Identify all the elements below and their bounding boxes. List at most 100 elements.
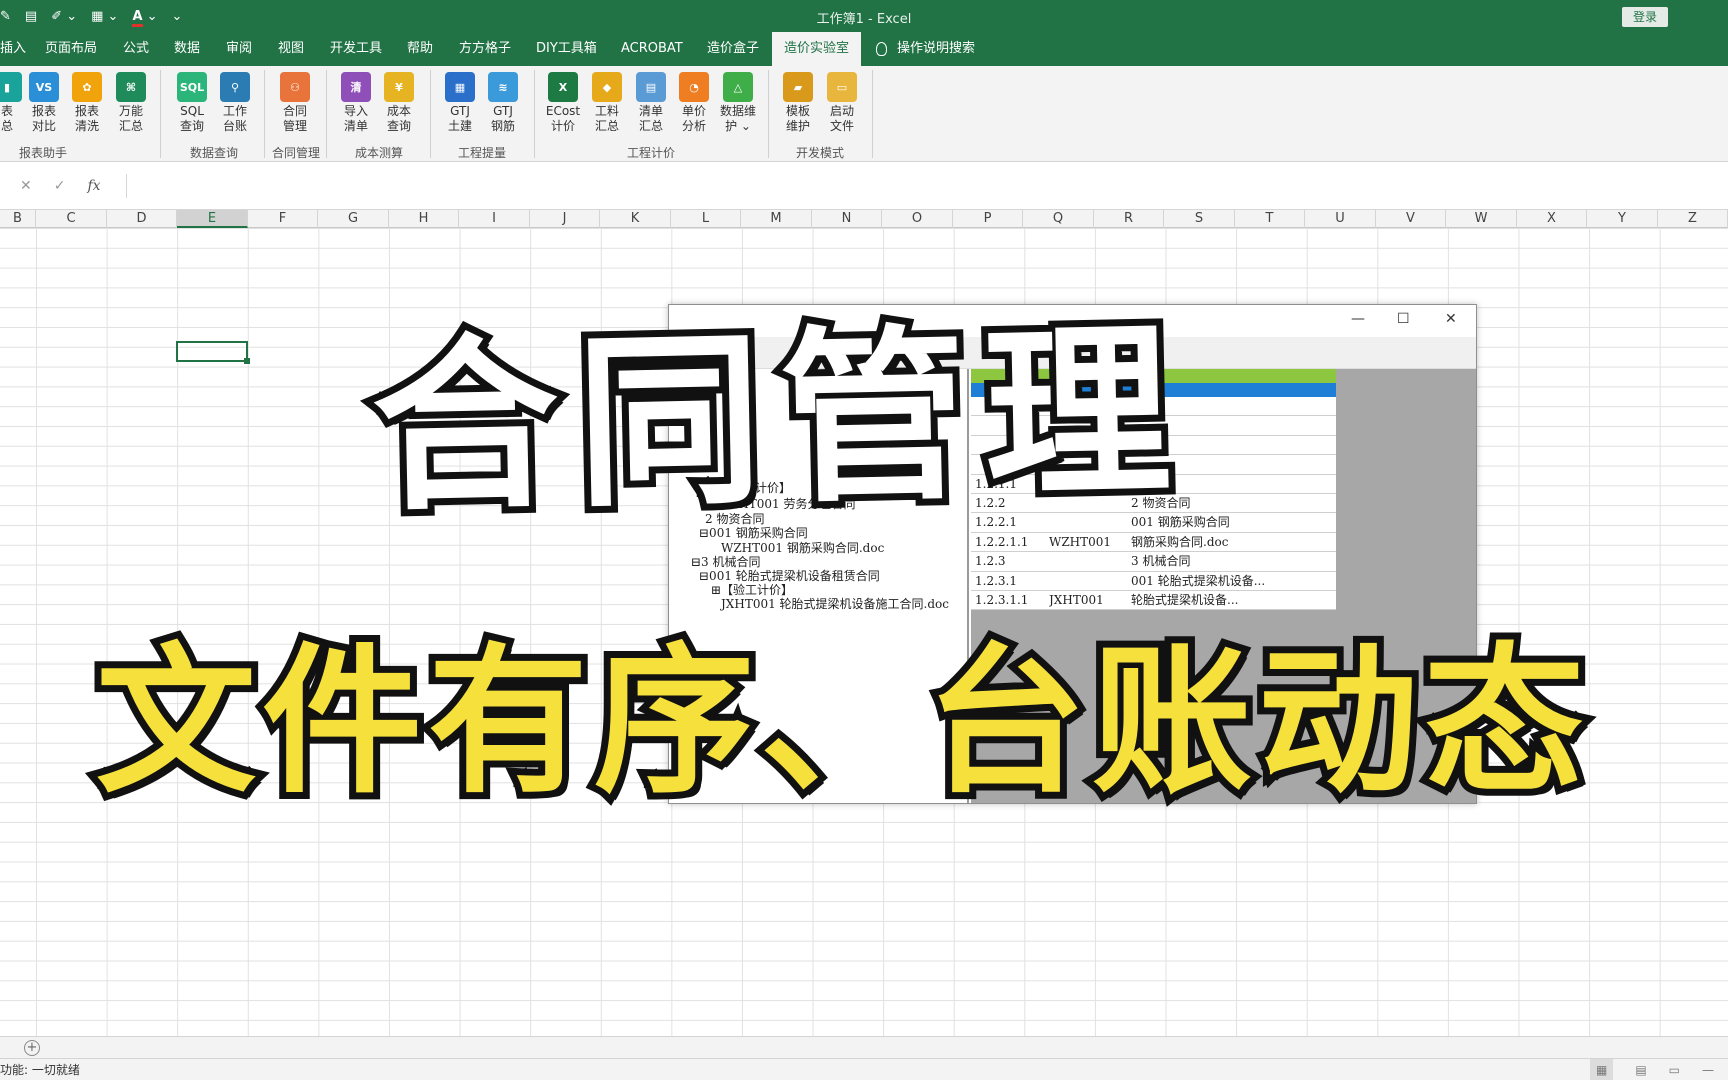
table-row[interactable]: 1.2.3 3 机械合同 [971, 552, 1336, 572]
ribbon-button-cost-query[interactable]: ¥ 成本 查询 [378, 72, 420, 134]
column-header[interactable]: I [459, 210, 530, 228]
tab-diy-toolbox[interactable]: DIY工具箱 [536, 32, 597, 66]
tell-me-label: 操作说明搜索 [897, 41, 976, 56]
tab-zaojia-box[interactable]: 造价盒子 [707, 32, 759, 66]
ribbon-button-ecost[interactable]: X ECost 计价 [542, 72, 584, 134]
active-cell[interactable] [176, 341, 250, 364]
enter-icon[interactable]: ✓ [54, 178, 66, 194]
maximize-icon[interactable]: ☐ [1397, 311, 1410, 327]
group-separator [326, 70, 327, 158]
cancel-icon[interactable]: ✕ [20, 178, 32, 194]
column-header[interactable]: W [1446, 210, 1517, 228]
page-layout-view-icon[interactable]: ▤ [1635, 1059, 1646, 1080]
pinwheel-icon: ✿ [72, 72, 102, 102]
column-header[interactable]: Z [1658, 210, 1728, 228]
yen-icon: ¥ [384, 72, 414, 102]
column-header[interactable]: T [1235, 210, 1305, 228]
group-quantity: 工程提量 [457, 146, 506, 160]
table-row[interactable]: 1.2.3.1 001 轮胎式提梁机设备... [971, 572, 1336, 591]
tab-fangfanggezi[interactable]: 方方格子 [459, 32, 511, 66]
ribbon-button-report-compare[interactable]: VS 报表 对比 [23, 72, 65, 134]
column-header[interactable]: M [741, 210, 812, 228]
column-header[interactable]: F [248, 210, 318, 228]
column-header-selected[interactable]: E [177, 210, 248, 228]
column-header[interactable]: J [530, 210, 600, 228]
column-header[interactable]: P [953, 210, 1023, 228]
column-header[interactable]: D [107, 210, 177, 228]
column-header[interactable]: U [1305, 210, 1376, 228]
column-header[interactable]: H [389, 210, 459, 228]
magnifier-icon: ⚲ [220, 72, 250, 102]
tab-formulas[interactable]: 公式 [123, 32, 149, 66]
login-button[interactable]: 登录 [1622, 7, 1668, 27]
group-data-query: 数据查询 [189, 146, 238, 160]
vs-icon: VS [29, 72, 59, 102]
view-buttons: ▦ ▤ ▭ — [1589, 1059, 1728, 1080]
tell-me-search[interactable]: 操作说明搜索 [876, 32, 975, 66]
tab-developer[interactable]: 开发工具 [330, 32, 382, 66]
page-break-view-icon[interactable]: ▭ [1669, 1059, 1680, 1080]
column-header[interactable]: S [1164, 210, 1235, 228]
column-header[interactable]: R [1094, 210, 1164, 228]
formula-input[interactable] [126, 174, 1728, 198]
ribbon-button-unit-price[interactable]: ◔ 单价 分析 [673, 72, 715, 134]
list-icon: ▤ [636, 72, 666, 102]
insert-function-icon[interactable]: fx [87, 178, 100, 194]
ribbon-button-import-list[interactable]: 清导入 清单 [335, 72, 377, 134]
ribbon-button-report-clean[interactable]: ✿ 报表 清洗 [66, 72, 108, 134]
tab-data[interactable]: 数据 [174, 32, 200, 66]
column-header[interactable]: Q [1023, 210, 1094, 228]
tab-view[interactable]: 视图 [278, 32, 304, 66]
column-header[interactable]: X [1517, 210, 1587, 228]
column-header[interactable]: O [882, 210, 953, 228]
tab-insert[interactable]: 插入 [0, 32, 26, 66]
ribbon-button-launch-file[interactable]: ▭ 启动 文件 [821, 72, 863, 134]
ribbon-button-universal-summary[interactable]: ⌘ 万能 汇总 [110, 72, 152, 134]
ribbon-button-list-summary[interactable]: ▤ 清单 汇总 [630, 72, 672, 134]
column-header[interactable]: N [812, 210, 882, 228]
column-header[interactable]: V [1376, 210, 1446, 228]
stamp-icon: ⚇ [280, 72, 310, 102]
formula-bar: ✕ ✓ fx [0, 162, 1728, 210]
tab-help[interactable]: 帮助 [407, 32, 433, 66]
group-pricing: 工程计价 [626, 146, 675, 160]
triangle-icon: △ [723, 72, 753, 102]
window-title: 工作簿1 - Excel [816, 12, 912, 27]
column-header[interactable]: C [36, 210, 107, 228]
minimize-icon[interactable]: — [1351, 311, 1365, 327]
ribbon-button-contract-manage[interactable]: ⚇ 合同 管理 [274, 72, 316, 134]
close-icon[interactable]: ✕ [1445, 311, 1457, 327]
column-header[interactable]: Y [1587, 210, 1658, 228]
lightbulb-icon [876, 42, 887, 56]
sheet-tab-bar: + [0, 1036, 1728, 1058]
ribbon-button-work-ledger[interactable]: ⚲ 工作 台账 [214, 72, 256, 134]
zoom-out-icon[interactable]: — [1702, 1059, 1714, 1080]
ribbon-button-gtj-civil[interactable]: ▦ GTJ 土建 [439, 72, 481, 134]
table-row[interactable]: 1.2.2.1.1 WZHT001 钢筋采购合同.doc [971, 533, 1336, 553]
column-header[interactable]: L [671, 210, 741, 228]
ribbon-button-template[interactable]: ▰ 模板 维护 [777, 72, 819, 134]
ribbon-button-sql-query[interactable]: SQL SQL 查询 [171, 72, 213, 134]
group-dev-mode: 开发模式 [795, 146, 844, 160]
tab-acrobat[interactable]: ACROBAT [621, 32, 683, 66]
qing-icon: 清 [341, 72, 371, 102]
column-header[interactable]: K [600, 210, 671, 228]
group-report-helper: 报表助手 [18, 146, 67, 160]
ribbon-tabs: 插入 页面布局 公式 数据 审阅 视图 开发工具 帮助 方方格子 DIY工具箱 … [0, 32, 1728, 66]
normal-view-icon[interactable]: ▦ [1589, 1059, 1614, 1080]
ribbon-button-data-maintain[interactable]: △ 数据维 护 ⌄ [717, 72, 759, 134]
ribbon-button-gtj-rebar[interactable]: ≋ GTJ 钢筋 [482, 72, 524, 134]
folder-icon: ▭ [827, 72, 857, 102]
column-header[interactable]: G [318, 210, 389, 228]
group-cost-estimate: 成本测算 [354, 146, 403, 160]
subline-overlay: 文件有序、台账动态 [89, 621, 1591, 822]
group-separator [430, 70, 431, 158]
add-sheet-icon[interactable]: + [24, 1040, 40, 1056]
tab-zaojia-lab[interactable]: 造价实验室 [772, 32, 862, 66]
tab-page-layout[interactable]: 页面布局 [45, 32, 97, 66]
status-ready: 功能: 一切就绪 [0, 1063, 80, 1077]
column-header[interactable]: B [0, 210, 36, 228]
group-contract-manage: 合同管理 [271, 146, 320, 160]
ribbon-button-material-summary[interactable]: ◆ 工料 汇总 [586, 72, 628, 134]
tab-review[interactable]: 审阅 [226, 32, 252, 66]
